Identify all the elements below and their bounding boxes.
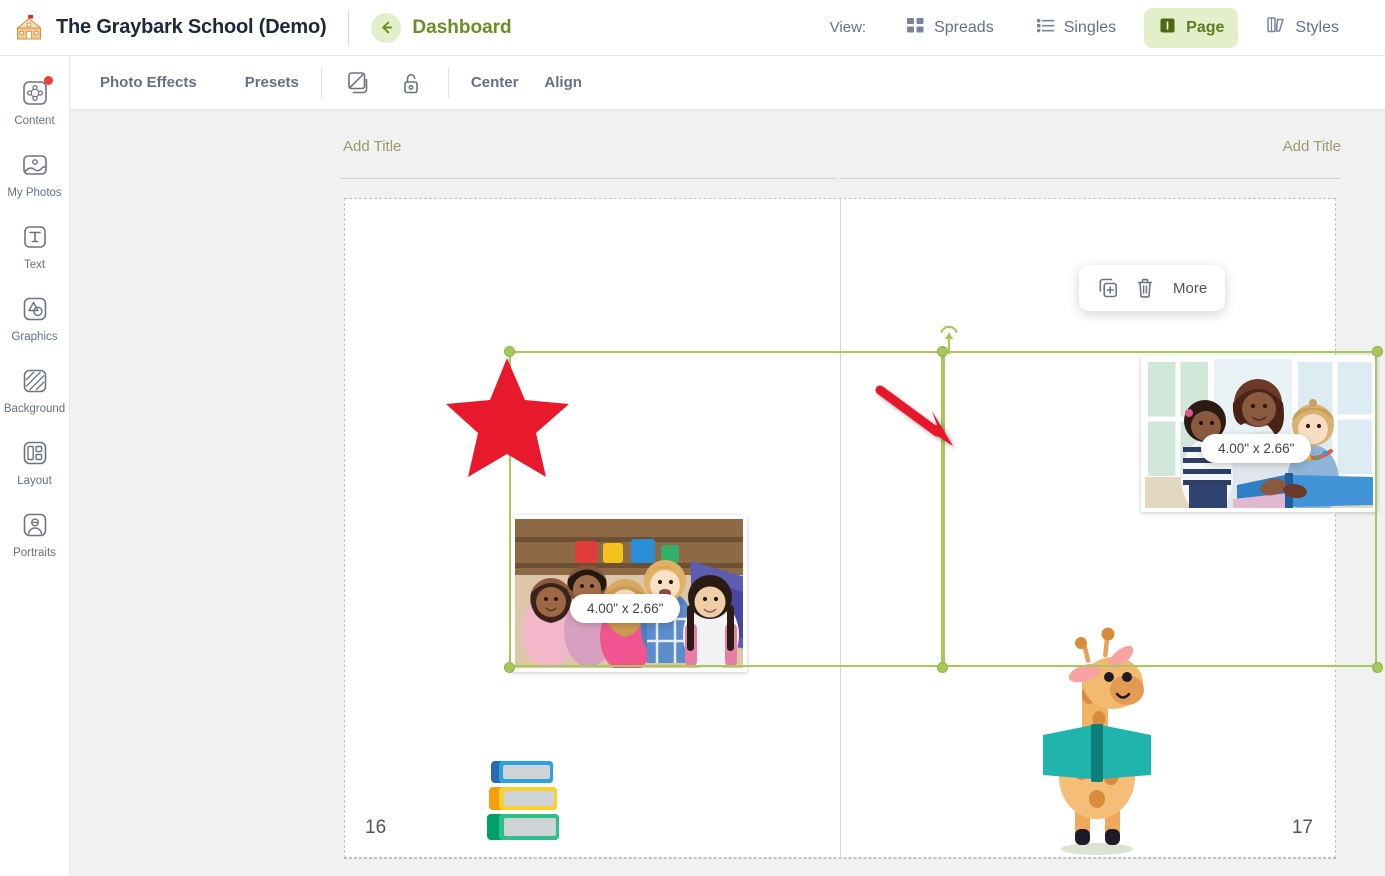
rotate-handle[interactable] [937,321,961,355]
portrait-person-icon [20,510,50,540]
more-button[interactable]: More [1173,280,1207,297]
align-button[interactable]: Align [544,74,582,91]
resize-handle-bottom-center[interactable] [937,662,948,673]
sidebar-item-text[interactable]: Text [0,222,69,271]
left-sidebar: Content My Photos Text Graphics Backgrou… [0,56,70,876]
element-context-menu: More [1079,265,1226,311]
view-option-label: Singles [1063,18,1117,36]
top-header-bar: The Graybark School (Demo) Dashboard Vie… [0,0,1385,56]
view-option-spreads[interactable]: Spreads [892,8,1008,48]
sidebar-item-background[interactable]: Background [0,366,69,415]
view-option-label: Page [1186,18,1225,36]
sidebar-item-portraits[interactable]: Portraits [0,510,69,559]
view-mode-group: View: Spreads Singles Page Styles [830,7,1385,48]
brand-area: The Graybark School (Demo) [0,13,327,43]
notification-badge-dot [43,76,53,85]
trash-icon[interactable] [1131,274,1159,302]
layers-icon[interactable] [344,68,374,98]
page-icon [1158,16,1177,40]
sidebar-item-my-photos[interactable]: My Photos [0,150,69,199]
page-number-right: 17 [1291,817,1313,838]
center-button[interactable]: Center [471,74,519,91]
add-title-right[interactable]: Add Title [1283,138,1341,155]
content-nodes-icon [20,76,53,108]
view-option-singles[interactable]: Singles [1022,8,1130,48]
view-label: View: [829,19,867,36]
sidebar-item-label: My Photos [7,187,62,199]
styles-brush-icon [1266,15,1286,40]
size-badge-right: 4.00" x 2.66" [1201,434,1312,463]
photobook-editor-app: The Graybark School (Demo) Dashboard Vie… [0,0,1385,876]
resize-handle-top-right[interactable] [1372,346,1383,357]
toolbar-divider [320,67,322,98]
page-titles-row: Add Title Add Title [343,138,1341,174]
page-spread[interactable]: 4.00" x 2.66" 4.00" x 2.66" 16 17 More [344,198,1383,859]
view-option-label: Styles [1295,18,1339,36]
sidebar-item-layout[interactable]: Layout [0,438,69,487]
layout-grid-icon [20,438,50,468]
title-underline-right [840,178,1340,179]
text-t-icon [20,222,50,252]
photo-icon [20,150,50,180]
sidebar-item-label: Text [23,259,46,271]
toolbar-divider-2 [447,67,449,98]
spread-spine [840,199,841,859]
add-title-left[interactable]: Add Title [343,138,401,155]
unlock-icon[interactable] [396,68,426,98]
sidebar-item-content[interactable]: Content [0,76,69,127]
giraffe-reading-book-clipart[interactable] [1035,617,1160,857]
spread-bleed-line [344,858,1336,859]
sidebar-item-label: Graphics [11,331,58,343]
dashboard-label: Dashboard [412,16,512,38]
size-badge-left: 4.00" x 2.66" [570,594,681,623]
sidebar-item-label: Layout [17,475,52,487]
view-option-page[interactable]: Page [1144,7,1239,48]
header-divider [348,9,350,46]
sidebar-item-label: Content [14,115,55,127]
arrow-left-icon[interactable] [371,12,402,43]
sidebar-item-label: Portraits [13,547,56,559]
resize-handle-bottom-right[interactable] [1372,662,1383,673]
view-option-styles[interactable]: Styles [1252,7,1353,48]
background-pattern-icon [20,366,50,396]
view-option-label: Spreads [934,18,994,36]
school-building-icon [14,13,44,43]
school-title: The Graybark School (Demo) [56,16,327,38]
red-arrow-annotation [873,384,965,452]
red-star-annotation [445,354,570,479]
resize-handle-bottom-left[interactable] [504,662,515,673]
list-icon [1036,16,1055,40]
page-number-left: 16 [365,817,387,838]
title-underline-left [340,178,837,179]
stack-of-books-clipart[interactable] [485,757,563,845]
canvas-workspace[interactable]: Add Title Add Title 4.00" x 2.66" 4.00" … [70,110,1385,876]
presets-button[interactable]: Presets [245,74,299,91]
duplicate-icon[interactable] [1093,274,1121,302]
photo-effects-button[interactable]: Photo Effects [100,74,197,91]
sidebar-item-graphics[interactable]: Graphics [0,294,69,343]
grid-squares-icon [906,16,925,40]
graphics-shapes-icon [20,294,50,324]
sidebar-item-label: Background [3,403,66,415]
editing-toolbar: Photo Effects Presets Center Align [70,56,1385,110]
dashboard-link[interactable]: Dashboard [371,12,512,43]
